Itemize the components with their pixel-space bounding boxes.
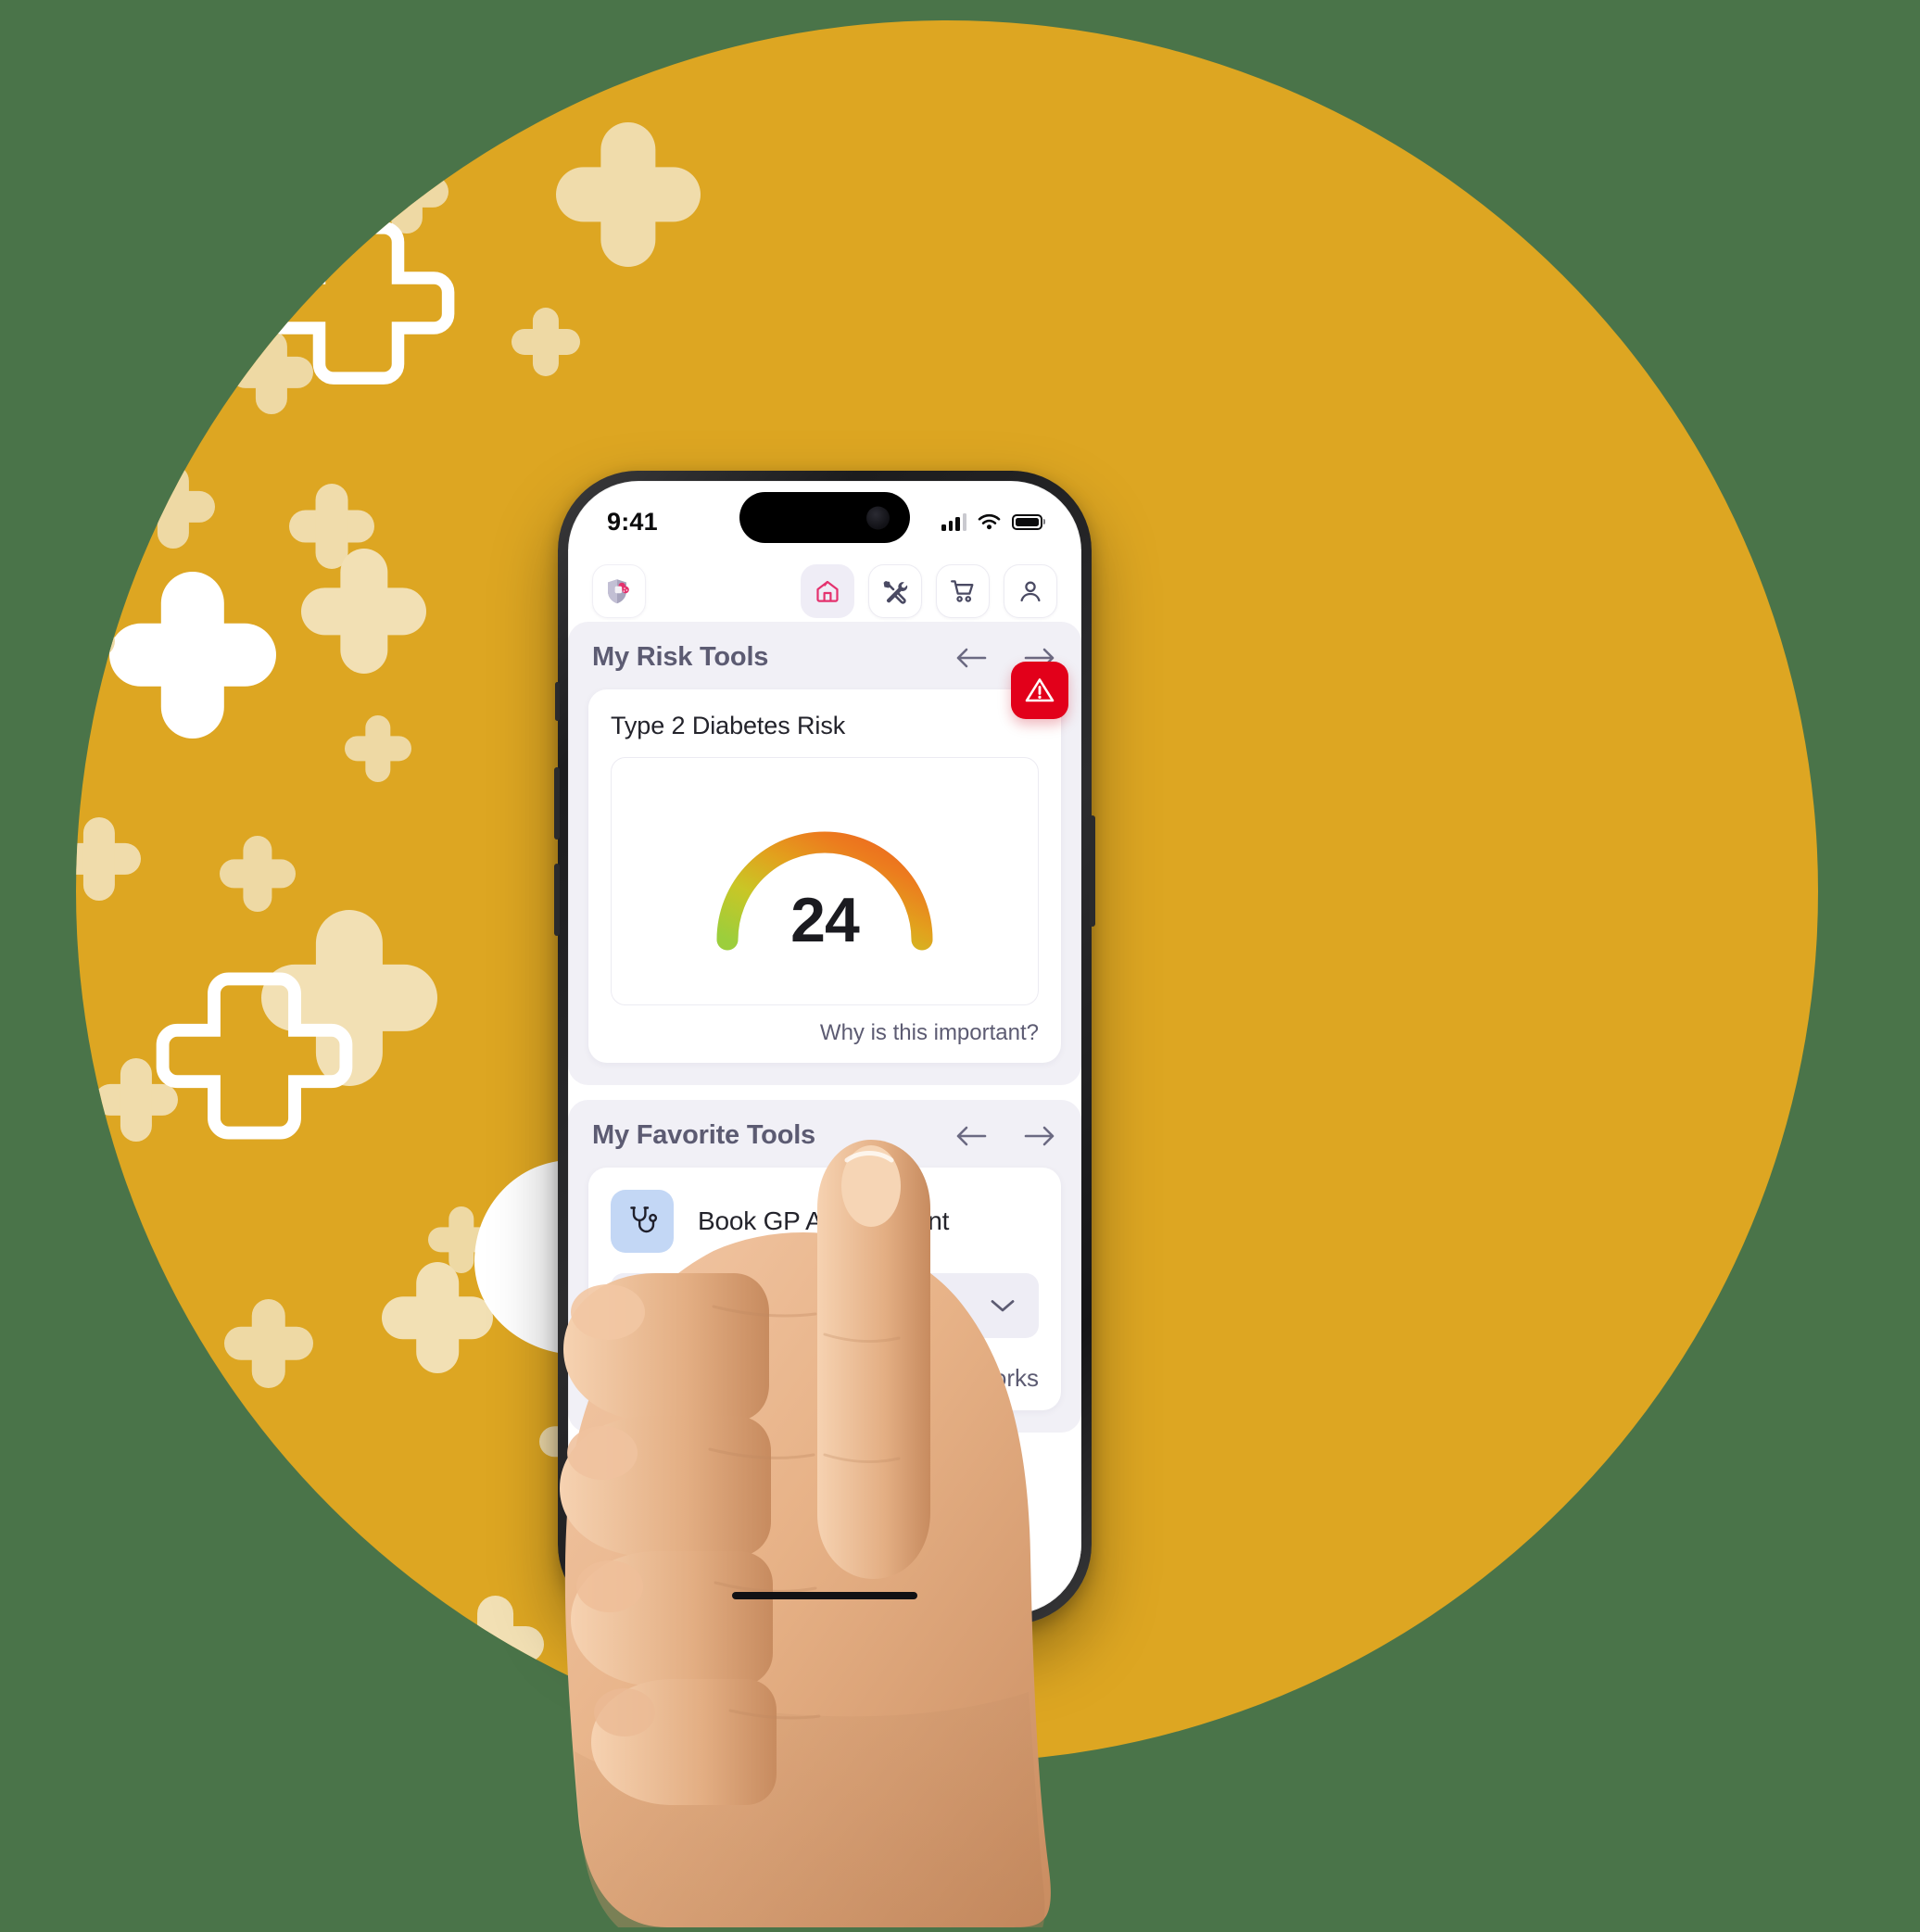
risk-gauge-container: 24 (611, 757, 1039, 1005)
carousel-prev-button[interactable] (955, 646, 987, 670)
tool-row: Book GP Appointment (611, 1190, 1039, 1253)
risk-card-title: Type 2 Diabetes Risk (611, 712, 846, 739)
mute-switch[interactable] (555, 682, 560, 721)
phone-device: 9:41 My Risk Tools Type 2 Diabetes Risk … (554, 471, 1095, 1624)
app-nav-items (801, 564, 1057, 618)
decorative-cross-icon (109, 572, 276, 739)
section-my-favorite-tools: My Favorite Tools Book GP Appointment Ac… (568, 1100, 1081, 1433)
favorite-tool-card[interactable]: Book GP Appointment Actions How it works (588, 1168, 1061, 1410)
user-profile-icon (1017, 577, 1044, 605)
how-it-works-link[interactable]: How it works (903, 1364, 1039, 1393)
nav-item-home[interactable] (801, 564, 854, 618)
app-content[interactable]: My Risk Tools Type 2 Diabetes Risk 24 Wh… (568, 622, 1081, 1614)
nav-item-cart[interactable] (936, 564, 990, 618)
home-indicator[interactable] (732, 1592, 917, 1599)
decorative-cross-icon (76, 600, 115, 683)
why-important-link[interactable]: Why is this important? (611, 1020, 1039, 1046)
decorative-cross-outline-icon (155, 956, 354, 1155)
decorative-cross-icon (556, 122, 701, 267)
power-button[interactable] (1090, 815, 1095, 927)
shield-plus-logo-icon (603, 575, 635, 607)
illustration-stage: 9:41 My Risk Tools Type 2 Diabetes Risk … (0, 0, 1920, 1932)
decorative-cross-icon (132, 465, 215, 549)
risk-gauge: 24 (709, 812, 941, 955)
carousel-controls (955, 1124, 1055, 1148)
decorative-cross-outline-icon (261, 206, 456, 400)
chevron-down-icon (989, 1296, 1017, 1315)
stethoscope-icon-wrapper (611, 1190, 674, 1253)
status-bar-clock: 9:41 (607, 507, 658, 536)
nav-item-profile[interactable] (1004, 564, 1057, 618)
volume-down-button[interactable] (554, 864, 560, 936)
carousel-prev-button[interactable] (955, 1124, 987, 1148)
decorative-cross-icon (224, 1299, 313, 1388)
decorative-cross-icon (301, 549, 426, 674)
favorite-card-footer: How it works (611, 1362, 1039, 1394)
actions-select[interactable]: Actions (611, 1273, 1039, 1338)
section-title: My Risk Tools (592, 642, 769, 672)
decorative-cross-icon (220, 836, 296, 912)
risk-gauge-value: 24 (790, 885, 860, 955)
decorative-cross-icon (76, 817, 141, 901)
status-bar: 9:41 (568, 481, 1081, 549)
home-icon (814, 577, 841, 605)
tools-icon (881, 577, 909, 605)
risk-card[interactable]: Type 2 Diabetes Risk 24 Why is this impo… (588, 662, 1068, 1063)
shopping-cart-icon (949, 577, 977, 605)
nav-item-tools[interactable] (868, 564, 922, 618)
actions-select-label: Actions (633, 1291, 713, 1320)
battery-icon (1012, 513, 1042, 530)
volume-up-button[interactable] (554, 767, 560, 840)
section-my-risk-tools: My Risk Tools Type 2 Diabetes Risk 24 Wh… (568, 622, 1081, 1085)
status-bar-indicators (941, 512, 1042, 531)
app-logo[interactable] (592, 564, 646, 618)
wifi-icon (978, 513, 1001, 531)
dynamic-island (739, 492, 910, 543)
decorative-cross-icon (447, 1596, 544, 1693)
phone-screen: 9:41 My Risk Tools Type 2 Diabetes Risk … (568, 481, 1081, 1614)
carousel-next-button[interactable] (1024, 1124, 1055, 1148)
decorative-cross-icon (512, 308, 580, 376)
status-badge[interactable] (1011, 662, 1068, 719)
cellular-signal-icon (941, 512, 966, 531)
tool-label: Book GP Appointment (698, 1206, 950, 1235)
stethoscope-icon (625, 1204, 660, 1239)
star-filled-icon[interactable] (611, 1362, 642, 1394)
front-camera-icon (866, 506, 890, 529)
section-title: My Favorite Tools (592, 1120, 815, 1150)
section-header: My Favorite Tools (588, 1120, 1061, 1151)
warning-triangle-icon (1023, 674, 1056, 707)
decorative-cross-icon (345, 715, 411, 782)
section-header: My Risk Tools (588, 642, 1061, 673)
